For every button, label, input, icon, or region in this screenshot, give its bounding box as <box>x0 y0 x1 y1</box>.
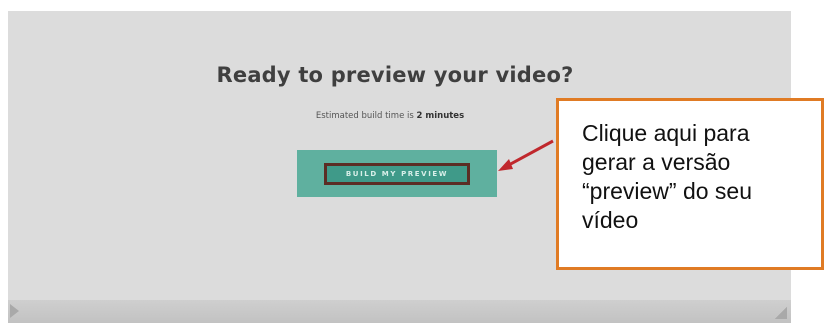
resize-grip-icon[interactable] <box>775 307 787 319</box>
estimate-value: 2 minutes <box>416 111 465 121</box>
build-time-estimate: Estimated build time is 2 minutes <box>220 111 560 121</box>
callout-line: gerar a versão <box>582 149 731 175</box>
dialog-title: Ready to preview your video? <box>216 63 574 87</box>
callout-line: vídeo <box>582 207 639 233</box>
build-preview-button-label: BUILD MY PREVIEW <box>324 162 470 185</box>
screenshot: Ready to preview your video? Estimated b… <box>0 0 827 323</box>
estimate-prefix: Estimated build time is <box>315 111 417 121</box>
callout-text: Clique aqui para gerar a versão “preview… <box>582 119 811 235</box>
build-preview-button[interactable]: BUILD MY PREVIEW <box>297 150 497 197</box>
scroll-left-icon[interactable] <box>10 304 19 318</box>
bottom-scrollbar[interactable] <box>8 300 791 323</box>
callout-line: Clique aqui para <box>582 120 750 146</box>
instruction-callout: Clique aqui para gerar a versão “preview… <box>556 98 824 270</box>
callout-line: “preview” do seu <box>582 178 753 204</box>
